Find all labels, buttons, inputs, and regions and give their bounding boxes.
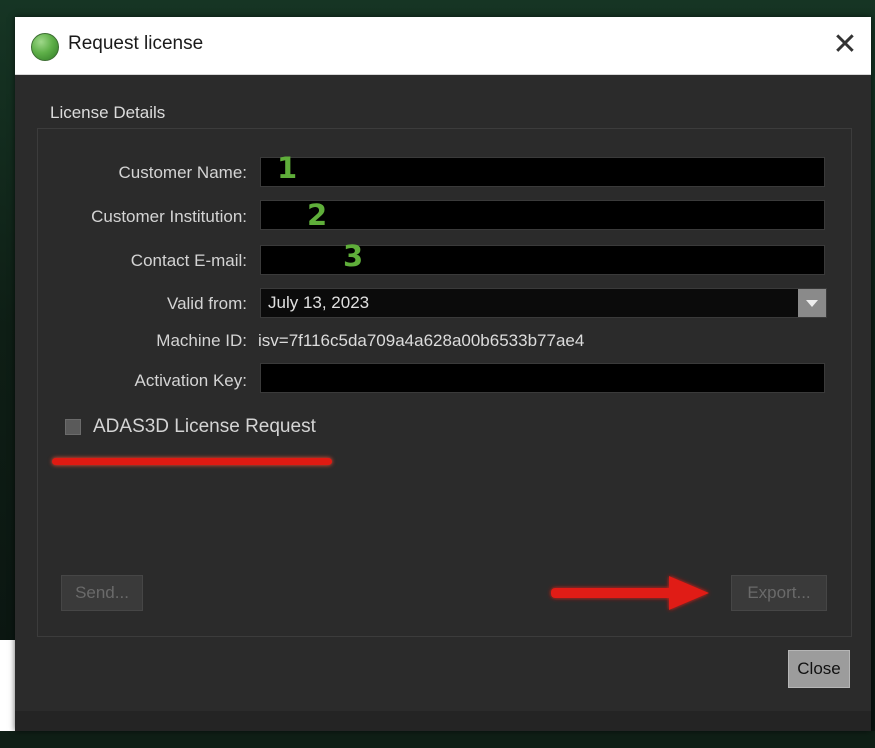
annotation-number-3: 3: [343, 239, 364, 273]
export-button[interactable]: Export...: [731, 575, 827, 611]
machine-id-value: isv=7f116c5da709a4a628a00b6533b77ae4: [258, 331, 585, 350]
dialog-bottom-edge: [15, 711, 871, 731]
annotation-number-2: 2: [307, 198, 328, 232]
customer-institution-label: Customer Institution:: [91, 207, 247, 226]
customer-name-field[interactable]: [260, 157, 825, 187]
valid-from-select[interactable]: July 13, 2023: [260, 288, 827, 318]
send-button[interactable]: Send...: [61, 575, 143, 611]
activation-key-field[interactable]: [260, 363, 825, 393]
customer-institution-field[interactable]: [260, 200, 825, 230]
annotation-number-1: 1: [277, 151, 298, 185]
valid-from-label: Valid from:: [167, 294, 247, 313]
close-button[interactable]: Close: [788, 650, 850, 688]
form-labels: Customer Name: Customer Institution: Con…: [15, 17, 247, 748]
valid-from-value: July 13, 2023: [268, 293, 370, 312]
customer-name-label: Customer Name:: [118, 163, 247, 182]
close-icon[interactable]: ✕: [828, 28, 862, 62]
machine-id-label: Machine ID:: [156, 331, 247, 350]
activation-key-label: Activation Key:: [134, 371, 247, 390]
red-arrow-annotation: [551, 576, 709, 610]
chevron-down-icon[interactable]: [798, 289, 826, 317]
red-underline-annotation: [52, 458, 332, 465]
license-request-checkbox-label[interactable]: ADAS3D License Request: [93, 416, 316, 438]
request-license-dialog: Request license ✕ License Details Custom…: [15, 17, 871, 731]
license-request-checkbox[interactable]: [65, 419, 81, 435]
contact-email-label: Contact E-mail:: [130, 251, 247, 270]
